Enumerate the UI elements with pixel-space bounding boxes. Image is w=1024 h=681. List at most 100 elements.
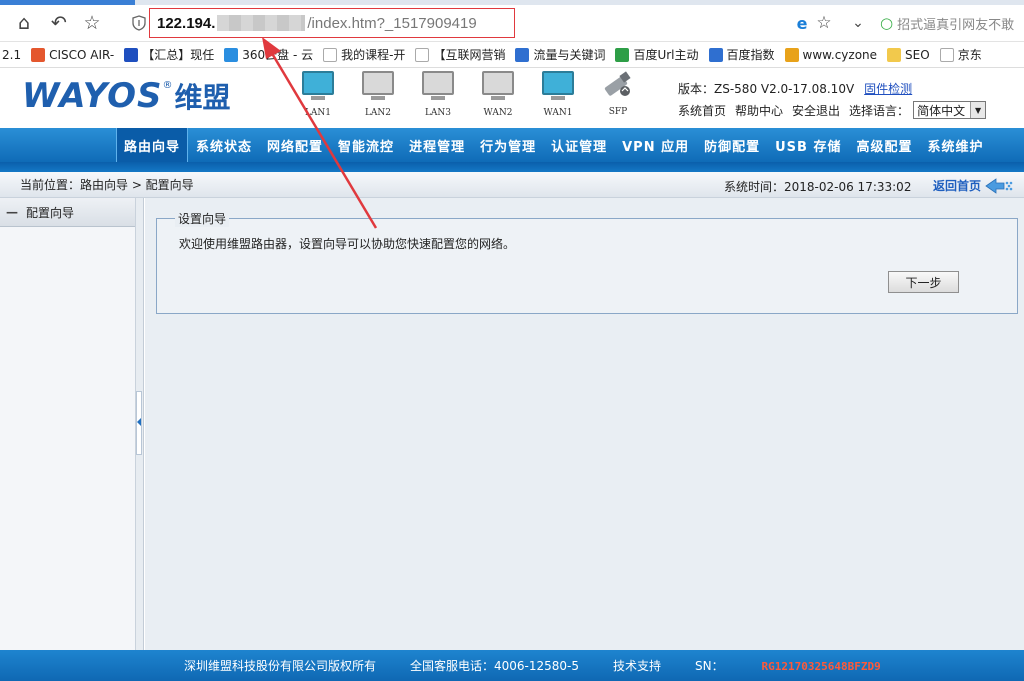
menu-item[interactable]: 网络配置 <box>260 128 330 162</box>
port-label: LAN3 <box>424 108 452 118</box>
bookmark-label: www.cyzone <box>802 47 878 62</box>
ie-compat-icon[interactable]: e <box>790 11 814 35</box>
port-lan2: LAN2 <box>348 71 408 118</box>
wizard-welcome-text: 欢迎使用维盟路由器，设置向导可以协助您快速配置您的网络。 <box>179 237 516 251</box>
monitor-stand <box>431 96 445 100</box>
wizard-legend: 设置向导 <box>175 210 230 227</box>
bookmark-item[interactable]: 流量与关键词 <box>515 46 605 63</box>
language-label: 选择语言： <box>849 103 910 118</box>
bookmark-item[interactable]: www.cyzone <box>784 47 878 62</box>
paw-icon <box>708 47 723 62</box>
bookmark-label: 2.1 <box>2 47 22 62</box>
page-icon <box>415 47 430 62</box>
back-home-label: 返回首页 <box>933 179 982 193</box>
monitor-stand <box>551 96 565 100</box>
breadcrumb-bar: 当前位置：路由向导 > 配置向导 系统时间：2018-02-06 17:33:0… <box>0 172 1024 198</box>
cloud-icon <box>224 47 239 62</box>
menu-item[interactable]: 认证管理 <box>544 128 614 162</box>
menu-item[interactable]: 防御配置 <box>697 128 767 162</box>
menu-item[interactable]: 智能流控 <box>331 128 401 162</box>
setup-wizard-panel: 设置向导 欢迎使用维盟路由器，设置向导可以协助您快速配置您的网络。 下一步 <box>156 210 1018 314</box>
bookmark-item[interactable]: 【汇总】现任 <box>124 46 214 63</box>
language-select[interactable]: 简体中文 ▼ <box>913 101 987 119</box>
shield-icon[interactable] <box>132 15 146 31</box>
back-icon[interactable]: ↶ <box>47 11 71 35</box>
bookmark-label: 360云盘 - 云 <box>242 48 314 62</box>
monitor-stand <box>491 96 505 100</box>
bookmark-item[interactable]: SEO <box>887 47 930 62</box>
logout-link[interactable]: 安全退出 <box>792 102 840 119</box>
monitor-icon <box>362 71 394 95</box>
wayos-logo: WAYOS ® 维盟 <box>22 76 231 116</box>
footer: 深圳维盟科技股份有限公司版权所有 全国客服电话：4006-12580-5 技术支… <box>0 650 1024 681</box>
bookmark-item[interactable]: 2.1 <box>2 48 21 62</box>
bookmark-label: 京东 <box>957 48 982 62</box>
bookmark-item[interactable]: 京东 <box>939 46 982 63</box>
bookmark-item[interactable]: 百度指数 <box>708 46 775 63</box>
port-label: WAN1 <box>543 108 573 118</box>
home-icon[interactable]: ⌂ <box>12 11 36 35</box>
monitor-icon <box>302 71 334 95</box>
chevron-down-icon[interactable]: ⌄ <box>846 11 870 35</box>
page-icon <box>939 47 954 62</box>
breadcrumb: 当前位置：路由向导 > 配置向导 <box>20 178 194 192</box>
port-label: SFP <box>608 107 628 117</box>
port-label: LAN1 <box>304 108 332 118</box>
system-home-link[interactable]: 系统首页 <box>678 102 726 119</box>
port-lan3: LAN3 <box>408 71 468 118</box>
copyright-text: 深圳维盟科技股份有限公司版权所有 <box>184 659 377 673</box>
monitor-stand <box>371 96 385 100</box>
monitor-icon <box>422 71 454 95</box>
menu-item[interactable]: 进程管理 <box>402 128 472 162</box>
search-input[interactable]: ○ 招式逼真引网友不敢 <box>880 11 1024 35</box>
monitor-icon <box>542 71 574 95</box>
monitor-stand <box>311 96 325 100</box>
folder-icon <box>887 47 902 62</box>
bookmark-icon <box>615 47 630 62</box>
address-bar: ⌂ ↶ ☆ 122.194. /index.htm?_1517909419 e … <box>0 5 1024 42</box>
menu-item[interactable]: USB 存储 <box>768 128 848 162</box>
menu-item[interactable]: 路由向导 <box>116 128 189 162</box>
star-bookmark-icon[interactable]: ☆ <box>80 11 104 35</box>
firmware-check-link[interactable]: 固件检测 <box>864 80 912 97</box>
back-home-link[interactable]: 返回首页 <box>933 177 1014 194</box>
sfp-module-icon <box>604 71 631 96</box>
sn-value: RG12170325648BFZD9 <box>761 660 881 673</box>
collapse-icon[interactable]: — <box>6 205 18 219</box>
menu-item[interactable]: 行为管理 <box>473 128 543 162</box>
sidebar-item-config-wizard[interactable]: — 配置向导 <box>0 198 135 227</box>
sidebar-splitter[interactable] <box>136 198 144 650</box>
help-center-link[interactable]: 帮助中心 <box>735 102 783 119</box>
bookmark-label: 百度Url主动 <box>633 48 699 62</box>
next-step-button[interactable]: 下一步 <box>888 271 959 293</box>
bookmark-label: 我的课程-开 <box>341 48 406 62</box>
collapse-sidebar-handle[interactable] <box>136 391 142 455</box>
favorite-icon[interactable]: ☆ <box>812 11 836 35</box>
bookmark-item[interactable]: 【互联网营销 <box>415 46 505 63</box>
bookmark-label: 【汇总】现任 <box>142 48 215 62</box>
bookmark-item[interactable]: 我的课程-开 <box>323 46 405 63</box>
back-arrow-icon <box>985 177 1013 194</box>
bookmark-item[interactable]: CISCO AIR- <box>31 47 115 62</box>
bookmark-item[interactable]: 360云盘 - 云 <box>224 46 313 63</box>
bookmark-label: SEO <box>905 47 930 62</box>
search-icon: ○ <box>880 14 894 32</box>
sn-label: SN： <box>695 659 724 673</box>
menu-item[interactable]: 高级配置 <box>849 128 919 162</box>
logo-registered-mark: ® <box>162 80 173 91</box>
dropdown-arrow-icon[interactable]: ▼ <box>970 102 986 118</box>
bookmark-label: CISCO AIR- <box>49 47 115 62</box>
url-input[interactable]: 122.194. /index.htm?_1517909419 <box>149 8 515 38</box>
tech-support-link[interactable]: 技术支持 <box>613 657 661 674</box>
monitor-icon <box>482 71 514 95</box>
bookmark-item[interactable]: 百度Url主动 <box>615 46 699 63</box>
port-wan1: WAN1 <box>528 71 588 118</box>
menu-item[interactable]: 系统维护 <box>921 128 991 162</box>
logo-text: WAYOS <box>22 76 163 116</box>
url-path: /index.htm?_1517909419 <box>307 14 477 32</box>
menu-item[interactable]: 系统状态 <box>189 128 259 162</box>
port-lan1: LAN1 <box>288 71 348 118</box>
serial-number: SN： RG12170325648BFZD9 <box>695 657 915 674</box>
paw-icon <box>515 47 530 62</box>
menu-item[interactable]: VPN 应用 <box>615 128 696 162</box>
